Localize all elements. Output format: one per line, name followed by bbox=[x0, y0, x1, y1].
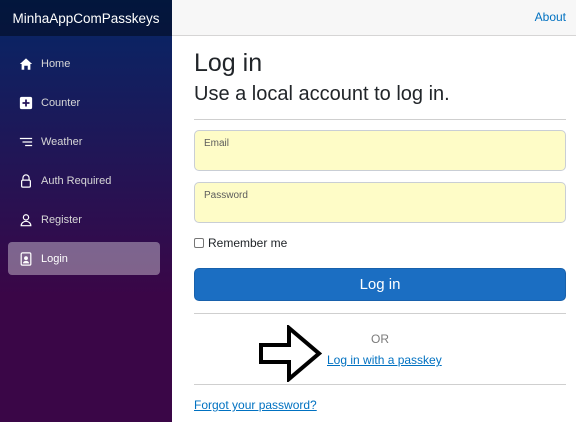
person-icon bbox=[19, 213, 33, 227]
sidebar-item-weather[interactable]: Weather bbox=[8, 125, 160, 158]
login-button[interactable]: Log in bbox=[194, 268, 566, 301]
arrow-right-icon bbox=[259, 325, 322, 382]
app-brand[interactable]: MinhaAppComPasskeys bbox=[0, 0, 172, 36]
sidebar-item-label: Home bbox=[41, 57, 71, 70]
sidebar-item-home[interactable]: Home bbox=[8, 47, 160, 80]
page-title: Log in bbox=[194, 49, 263, 77]
lock-icon bbox=[19, 173, 33, 188]
person-badge-icon bbox=[19, 251, 33, 266]
top-bar: About bbox=[172, 0, 576, 36]
email-label: Email bbox=[204, 138, 230, 149]
remember-me-label[interactable]: Remember me bbox=[208, 236, 287, 250]
remember-me[interactable]: Remember me bbox=[194, 236, 287, 250]
sidebar: MinhaAppComPasskeys Home Counter Weather… bbox=[0, 0, 172, 422]
sidebar-item-login[interactable]: Login bbox=[8, 242, 160, 275]
sidebar-item-counter[interactable]: Counter bbox=[8, 86, 160, 119]
email-field[interactable]: Email bbox=[194, 130, 566, 171]
home-icon bbox=[19, 57, 33, 71]
divider bbox=[194, 313, 566, 314]
or-separator: OR bbox=[371, 332, 389, 346]
list-icon bbox=[19, 135, 33, 149]
password-label: Password bbox=[204, 190, 248, 201]
sidebar-item-label: Auth Required bbox=[41, 174, 112, 187]
remember-me-checkbox[interactable] bbox=[194, 238, 204, 248]
sidebar-item-label: Counter bbox=[41, 96, 81, 109]
page-subtitle: Use a local account to log in. bbox=[194, 83, 450, 105]
plus-square-icon bbox=[19, 96, 33, 110]
divider bbox=[194, 384, 566, 385]
sidebar-item-label: Register bbox=[41, 213, 82, 226]
password-field[interactable]: Password bbox=[194, 182, 566, 223]
sidebar-item-label: Weather bbox=[41, 135, 83, 148]
passkey-login-link[interactable]: Log in with a passkey bbox=[327, 353, 442, 367]
sidebar-item-auth-required[interactable]: Auth Required bbox=[8, 164, 160, 197]
about-link[interactable]: About bbox=[535, 10, 566, 24]
divider bbox=[194, 119, 566, 120]
sidebar-item-register[interactable]: Register bbox=[8, 203, 160, 236]
password-input[interactable] bbox=[203, 203, 553, 219]
sidebar-item-label: Login bbox=[41, 252, 68, 265]
email-input[interactable] bbox=[203, 151, 553, 167]
forgot-password-link[interactable]: Forgot your password? bbox=[194, 398, 317, 412]
